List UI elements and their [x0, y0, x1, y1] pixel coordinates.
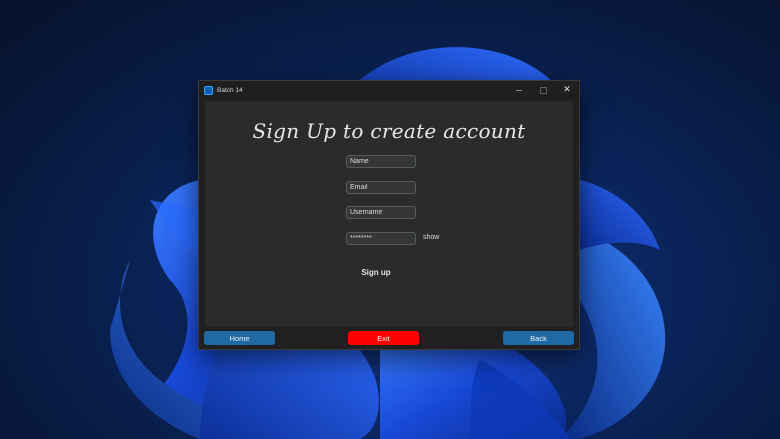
app-icon — [204, 85, 213, 95]
page-title: Sign Up to create account — [252, 119, 526, 143]
home-button[interactable]: Home — [204, 331, 275, 345]
back-button[interactable]: Back — [503, 331, 574, 345]
close-icon[interactable]: ✕ — [555, 81, 579, 99]
signup-button[interactable]: Sign up — [351, 268, 401, 277]
desktop: Batch 14 ✕ Sign Up to create account sho… — [0, 0, 780, 439]
email-field[interactable] — [346, 181, 416, 194]
exit-button[interactable]: Exit — [348, 331, 419, 345]
title-bar[interactable]: Batch 14 ✕ — [199, 81, 579, 99]
window-title: Batch 14 — [217, 86, 243, 94]
app-window: Batch 14 ✕ Sign Up to create account sho… — [198, 80, 580, 350]
password-field[interactable] — [346, 232, 416, 245]
username-field[interactable] — [346, 206, 416, 219]
show-password-toggle[interactable]: show — [423, 234, 439, 241]
name-field[interactable] — [346, 155, 416, 168]
window-controls: ✕ — [507, 81, 579, 99]
signup-panel: Sign Up to create account show Sign up — [205, 101, 573, 327]
minimize-icon[interactable] — [507, 81, 531, 99]
maximize-icon[interactable] — [531, 81, 555, 99]
